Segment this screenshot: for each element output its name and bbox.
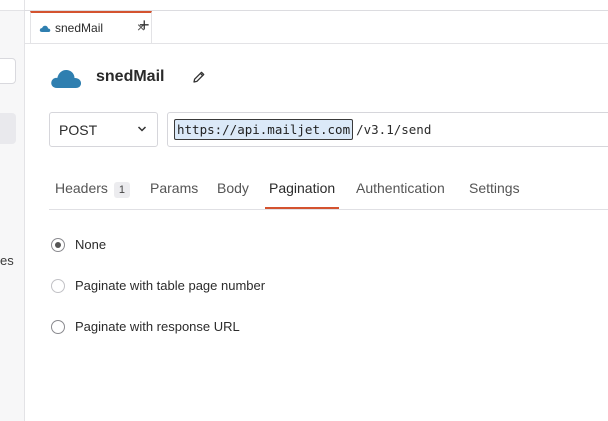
- tab-params[interactable]: Params: [150, 180, 198, 196]
- tab-authentication[interactable]: Authentication: [356, 180, 445, 196]
- sidebar-search-input[interactable]: [0, 58, 16, 84]
- sidebar-active-item[interactable]: [0, 113, 16, 144]
- radio-option-table-page-number[interactable]: Paginate with table page number: [51, 278, 265, 293]
- tab-bar: snedMail × +: [25, 11, 608, 44]
- tab-label: snedMail: [55, 21, 104, 35]
- url-path: /v3.1/send: [356, 122, 432, 137]
- radio-label: Paginate with table page number: [75, 278, 266, 293]
- sidebar-top: [0, 0, 24, 11]
- cloud-icon: [39, 25, 51, 32]
- tab-headers-label: Headers: [55, 180, 108, 196]
- method-select[interactable]: POST: [49, 112, 158, 147]
- cloud-icon: [51, 69, 82, 88]
- url-host-selection: https://api.mailjet.com: [174, 119, 354, 140]
- headers-count-badge: 1: [113, 182, 131, 198]
- new-tab-button[interactable]: +: [139, 14, 150, 36]
- radio-button[interactable]: [51, 237, 65, 252]
- method-label: POST: [59, 121, 98, 138]
- sidebar: es: [0, 0, 25, 421]
- url-input[interactable]: https://api.mailjet.com /v3.1/send: [167, 112, 608, 147]
- radio-label: None: [75, 237, 107, 252]
- tab-body[interactable]: Body: [217, 180, 249, 196]
- tab-settings[interactable]: Settings: [469, 180, 520, 196]
- radio-button[interactable]: [51, 319, 65, 334]
- sidebar-item-label: es: [0, 253, 14, 268]
- chevron-down-icon: [137, 126, 147, 132]
- radio-option-none[interactable]: None: [51, 237, 106, 252]
- tab-snedmail[interactable]: snedMail ×: [30, 11, 152, 43]
- pencil-icon[interactable]: [192, 70, 206, 84]
- active-tab-indicator: [265, 207, 339, 209]
- page-title: snedMail: [96, 68, 165, 85]
- tab-pagination[interactable]: Pagination: [269, 180, 335, 196]
- radio-option-response-url[interactable]: Paginate with response URL: [51, 319, 240, 334]
- request-subtabs: Headers 1 Params Body Pagination Authenti…: [49, 172, 608, 210]
- tab-headers[interactable]: Headers 1: [55, 180, 131, 198]
- radio-button[interactable]: [51, 278, 65, 293]
- radio-label: Paginate with response URL: [75, 319, 240, 334]
